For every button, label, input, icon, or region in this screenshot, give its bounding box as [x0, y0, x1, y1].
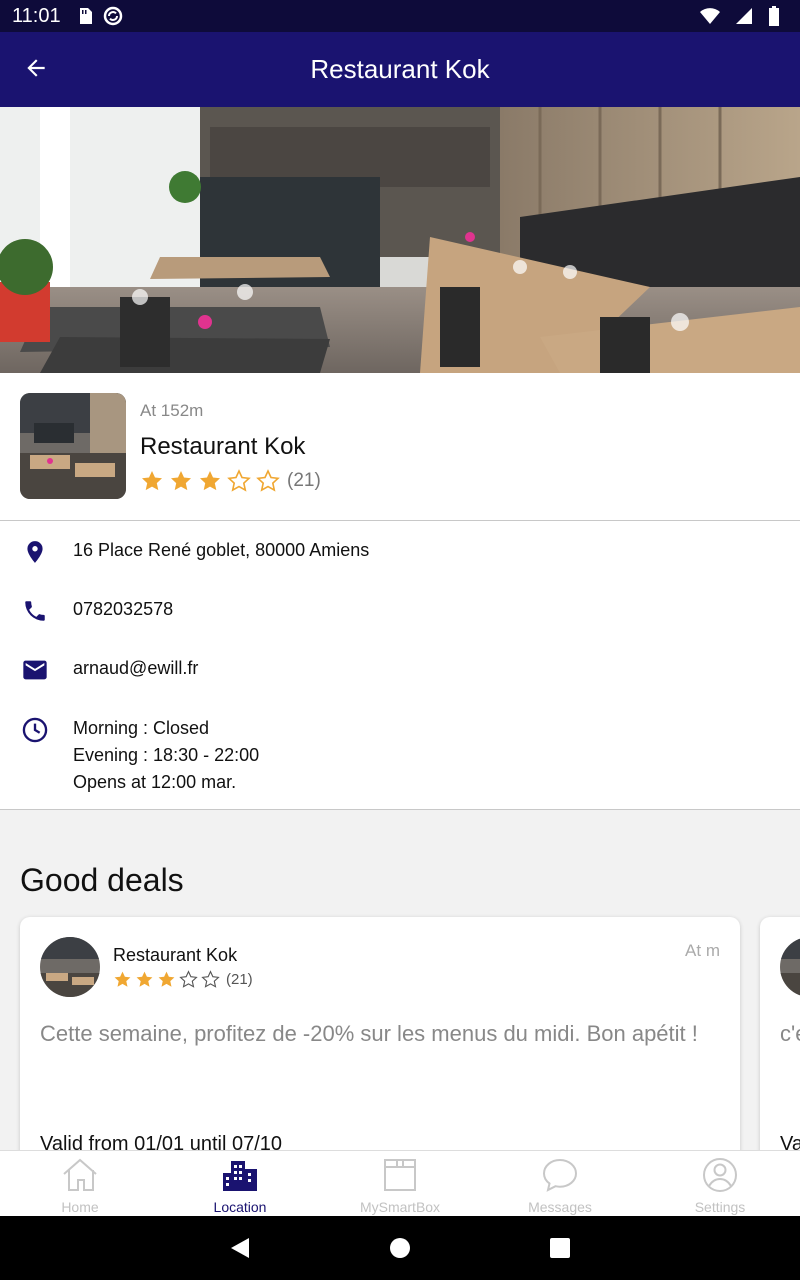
star-rating: (21) [140, 469, 321, 493]
good-deals-section: Good deals Restaurant Kok (21) At m Cett… [0, 810, 800, 1150]
arrow-back-icon [27, 59, 45, 77]
battery-icon [769, 6, 779, 26]
home-icon [63, 1158, 97, 1191]
hours-morning: Morning : Closed [73, 718, 210, 738]
back-button[interactable] [14, 46, 58, 90]
box-icon [384, 1159, 416, 1191]
sd-card-icon [79, 8, 92, 24]
address-text: 16 Place René goblet, 80000 Amiens [73, 540, 370, 560]
deal-validity: Va [780, 1133, 800, 1150]
nav-settings[interactable]: Settings [640, 1151, 800, 1217]
page-title: Restaurant Kok [310, 54, 490, 84]
deal-description: c'e [780, 1021, 800, 1046]
star-empty-icon [227, 469, 251, 492]
hours-row: Morning : Closed Evening : 18:30 - 22:00… [20, 715, 259, 796]
review-count: (21) [226, 971, 253, 988]
restaurant-info: At 152m Restaurant Kok (21) [0, 373, 800, 521]
star-empty-icon [179, 970, 198, 988]
deal-card[interactable]: Restaurant Kok (21) At m Cette semaine, … [20, 917, 740, 1150]
location-pin-icon [27, 541, 43, 563]
address-row[interactable]: 16 Place René goblet, 80000 Amiens [20, 537, 369, 567]
avatar [780, 937, 800, 997]
nav-label: Settings [694, 1199, 746, 1215]
phone-text: 0782032578 [73, 599, 174, 619]
nav-label: MySmartBox [359, 1199, 441, 1215]
restaurant-thumbnail [20, 393, 126, 499]
nav-location[interactable]: Location [160, 1151, 320, 1217]
square-recents-icon [550, 1238, 570, 1258]
deal-description: Cette semaine, profitez de -20% sur les … [40, 1021, 698, 1046]
system-back-button[interactable] [225, 1233, 255, 1263]
star-filled-icon [171, 471, 191, 491]
review-count: (21) [287, 470, 321, 491]
phone-icon [25, 601, 45, 621]
contact-details: 16 Place René goblet, 80000 Amiens 07820… [0, 521, 800, 810]
nav-messages[interactable]: Messages [480, 1151, 640, 1217]
deal-validity: Valid from 01/01 until 07/10 [40, 1133, 283, 1150]
clock-icon [22, 717, 48, 743]
nav-label: Location [213, 1199, 267, 1215]
email-row[interactable]: arnaud@ewill.fr [20, 655, 198, 685]
circle-home-icon [390, 1238, 410, 1258]
mail-icon [23, 660, 47, 680]
nav-home[interactable]: Home [0, 1151, 160, 1217]
nav-label: Messages [528, 1199, 592, 1215]
system-navigation-bar [0, 1216, 800, 1280]
star-filled-icon [158, 971, 175, 987]
deal-card[interactable]: c'e Va [760, 917, 800, 1150]
signal-icon [736, 8, 752, 24]
app-bar: Restaurant Kok [0, 32, 800, 107]
opening-note: Opens at 12:00 mar. [73, 772, 237, 792]
deal-restaurant-name: Restaurant Kok [113, 945, 238, 965]
nav-label: Home [61, 1199, 99, 1215]
star-rating: (21) [113, 970, 253, 989]
bottom-navigation: Home Location MySmartBox Messages Settin… [0, 1150, 800, 1216]
section-title: Good deals [20, 862, 184, 898]
phone-row[interactable]: 0782032578 [20, 596, 173, 626]
email-text: arnaud@ewill.fr [73, 658, 199, 678]
nav-mysmartbox[interactable]: MySmartBox [320, 1151, 480, 1217]
hours-evening: Evening : 18:30 - 22:00 [73, 745, 260, 765]
system-recents-button[interactable] [545, 1233, 575, 1263]
chat-icon [542, 1158, 578, 1192]
avatar [40, 937, 100, 997]
system-home-button[interactable] [385, 1233, 415, 1263]
star-filled-icon [114, 971, 131, 987]
restaurant-name: Restaurant Kok [140, 433, 306, 460]
wifi-icon [700, 8, 720, 24]
restaurant-hero-image [0, 107, 800, 373]
status-time: 11:01 [12, 4, 61, 27]
star-filled-icon [136, 971, 153, 987]
star-empty-icon [201, 970, 220, 988]
triangle-back-icon [231, 1238, 249, 1258]
city-icon [223, 1161, 257, 1191]
deal-distance: At m [685, 941, 720, 960]
account-icon [703, 1158, 737, 1192]
sync-icon [103, 6, 122, 26]
status-bar: 11:01 [0, 0, 800, 32]
star-empty-icon [256, 469, 280, 492]
star-filled-icon [142, 471, 162, 491]
star-filled-icon [200, 471, 220, 491]
distance-label: At 152m [140, 401, 204, 420]
